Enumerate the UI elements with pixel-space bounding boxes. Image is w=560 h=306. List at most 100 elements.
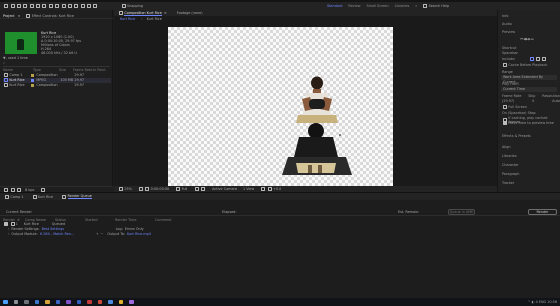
bit-depth-toggle[interactable]: 8 bpc <box>25 188 34 192</box>
tracker-panel-tab[interactable]: Tracker <box>502 181 514 185</box>
resolution-dropdown[interactable]: Full <box>182 187 188 191</box>
project-search-input[interactable]: ⌕ <box>3 60 110 67</box>
app-icon[interactable] <box>129 299 134 305</box>
queue-in-ame-button[interactable]: Queue in AME <box>448 209 475 215</box>
task-view-icon[interactable] <box>24 299 29 305</box>
stamp-tool-icon[interactable] <box>74 4 79 8</box>
remove-output-icon[interactable]: − <box>101 232 104 236</box>
shortcut-dropdown[interactable]: Spacebar <box>502 51 518 55</box>
tab-effect-controls[interactable]: Effect Controls: Kurt Rice <box>32 14 74 18</box>
brush-tool-icon[interactable] <box>67 4 72 8</box>
puppet-tool-icon[interactable] <box>93 4 98 8</box>
render-queue-item[interactable]: 1 Kurt Rice Queued <box>3 222 203 226</box>
play-from-dropdown[interactable]: Current Time <box>501 87 557 92</box>
audio-panel-tab[interactable]: Audio <box>502 22 512 26</box>
last-frame-icon[interactable]: ⏭ <box>531 37 534 41</box>
region-of-interest-icon[interactable] <box>194 187 199 191</box>
transparency-grid-icon[interactable] <box>200 187 205 191</box>
system-tray[interactable]: ^ ◐ 4 ENG 10:56 <box>528 300 557 304</box>
fast-previews-icon[interactable] <box>261 187 266 191</box>
log-dropdown[interactable]: Errors Only <box>125 227 144 231</box>
app-icon[interactable] <box>108 299 113 305</box>
column-name[interactable]: Name <box>3 68 33 72</box>
frame-rate-dropdown[interactable]: (29.97) <box>502 99 514 103</box>
render-button[interactable]: Render <box>528 209 557 215</box>
checkbox-icon[interactable] <box>503 105 508 109</box>
snapping-checkbox-icon[interactable] <box>121 4 126 8</box>
project-item-comp-1[interactable]: Comp 1 Composition 29.97 <box>3 73 111 78</box>
search-icon[interactable] <box>423 4 428 8</box>
tab-render-queue[interactable]: Render Queue <box>67 194 92 199</box>
delete-icon[interactable] <box>40 187 45 192</box>
selection-tool-icon[interactable] <box>10 4 15 8</box>
camera-dropdown[interactable]: Active Camera <box>212 187 237 191</box>
label-color-icon[interactable] <box>10 222 15 226</box>
rectangle-tool-icon[interactable] <box>48 4 53 8</box>
output-to-link[interactable]: Kurt Rice.mp4 <box>127 232 151 236</box>
search-icon[interactable] <box>13 299 18 305</box>
app-icon[interactable] <box>97 299 102 305</box>
workspace-standard[interactable]: Standard <box>327 4 342 8</box>
workspace-small-screen[interactable]: Small Screen <box>366 4 388 8</box>
file-explorer-icon[interactable] <box>45 299 50 305</box>
app-icon[interactable] <box>118 299 123 305</box>
current-time-display[interactable]: 0:00:00:00 <box>151 187 170 191</box>
libraries-panel-tab[interactable]: Libraries <box>502 154 517 158</box>
chevron-right-icon[interactable]: › <box>8 227 9 231</box>
skip-dropdown[interactable]: 0 <box>532 99 534 103</box>
preview-panel-tab[interactable]: Preview <box>502 30 515 34</box>
grid-toggle-icon[interactable] <box>139 187 144 191</box>
column-type[interactable]: Type <box>33 68 59 72</box>
tab-project[interactable]: Project <box>3 14 15 18</box>
character-panel-tab[interactable]: Character <box>502 163 519 167</box>
render-checkbox-icon[interactable] <box>4 222 9 226</box>
workspace-menu-icon[interactable]: » <box>415 4 417 8</box>
exposure-value[interactable]: +0.0 <box>273 187 281 191</box>
close-tab-icon[interactable] <box>32 194 37 199</box>
audio-toggle-icon[interactable] <box>535 57 540 61</box>
close-tab-icon[interactable] <box>62 194 67 199</box>
after-effects-icon[interactable] <box>66 299 71 305</box>
checkbox-icon[interactable] <box>503 63 508 67</box>
label-color-swatch[interactable] <box>31 73 35 77</box>
browser-icon[interactable] <box>34 299 39 305</box>
workspace-libraries[interactable]: Libraries <box>395 4 410 8</box>
column-size[interactable]: Size <box>59 68 73 72</box>
column-in-point[interactable]: In Point <box>93 68 106 72</box>
output-module-link[interactable]: H.264 - Match Ren... <box>40 232 96 236</box>
overlay-toggle-icon[interactable] <box>542 57 547 61</box>
lock-icon[interactable] <box>119 11 124 15</box>
tab-kurt-rice[interactable]: Kurt Rice <box>38 195 53 199</box>
new-composition-icon[interactable] <box>16 187 21 192</box>
snapshot-icon[interactable] <box>176 187 181 191</box>
home-icon[interactable] <box>4 4 9 8</box>
info-panel-tab[interactable]: Info <box>502 14 508 18</box>
panel-menu-icon[interactable]: ≡ <box>164 11 167 15</box>
view-layout-dropdown[interactable]: 1 View <box>243 187 254 191</box>
reset-exposure-icon[interactable] <box>267 187 272 191</box>
chevron-right-icon[interactable]: › <box>8 232 9 236</box>
project-item-footage[interactable]: Kurt Rice MPEG 105 MB 29.97 <box>3 78 111 83</box>
zoom-dropdown[interactable]: 25% <box>124 187 132 191</box>
search-help-field[interactable]: Search Help <box>429 4 449 8</box>
new-folder-icon[interactable] <box>10 187 15 192</box>
label-color-swatch[interactable] <box>31 78 35 82</box>
add-output-icon[interactable]: + <box>96 232 99 236</box>
media-encoder-icon[interactable] <box>87 299 92 305</box>
full-screen-option[interactable]: Full Screen <box>502 105 527 109</box>
resolution-dropdown[interactable]: Auto <box>552 99 560 103</box>
move-time-option[interactable]: Move time to preview time <box>502 121 554 125</box>
pan-behind-tool-icon[interactable] <box>42 4 47 8</box>
column-frame-rate[interactable]: Frame Rate <box>73 68 93 72</box>
panel-menu-icon[interactable]: ≡ <box>18 14 21 18</box>
tab-comp-1[interactable]: Comp 1 <box>10 195 23 199</box>
start-menu-icon[interactable] <box>3 299 8 305</box>
interpret-footage-icon[interactable] <box>4 187 9 192</box>
render-settings-link[interactable]: Best Settings <box>42 227 116 231</box>
effects-presets-panel-tab[interactable]: Effects & Presets <box>502 134 531 138</box>
zoom-tool-icon[interactable] <box>23 4 28 8</box>
checkbox-checked-icon[interactable] <box>503 121 508 125</box>
pen-tool-icon[interactable] <box>55 4 60 8</box>
tab-footage[interactable]: Footage (none) <box>177 11 203 15</box>
cache-before-playback[interactable]: Cache Before Playback <box>502 63 547 67</box>
